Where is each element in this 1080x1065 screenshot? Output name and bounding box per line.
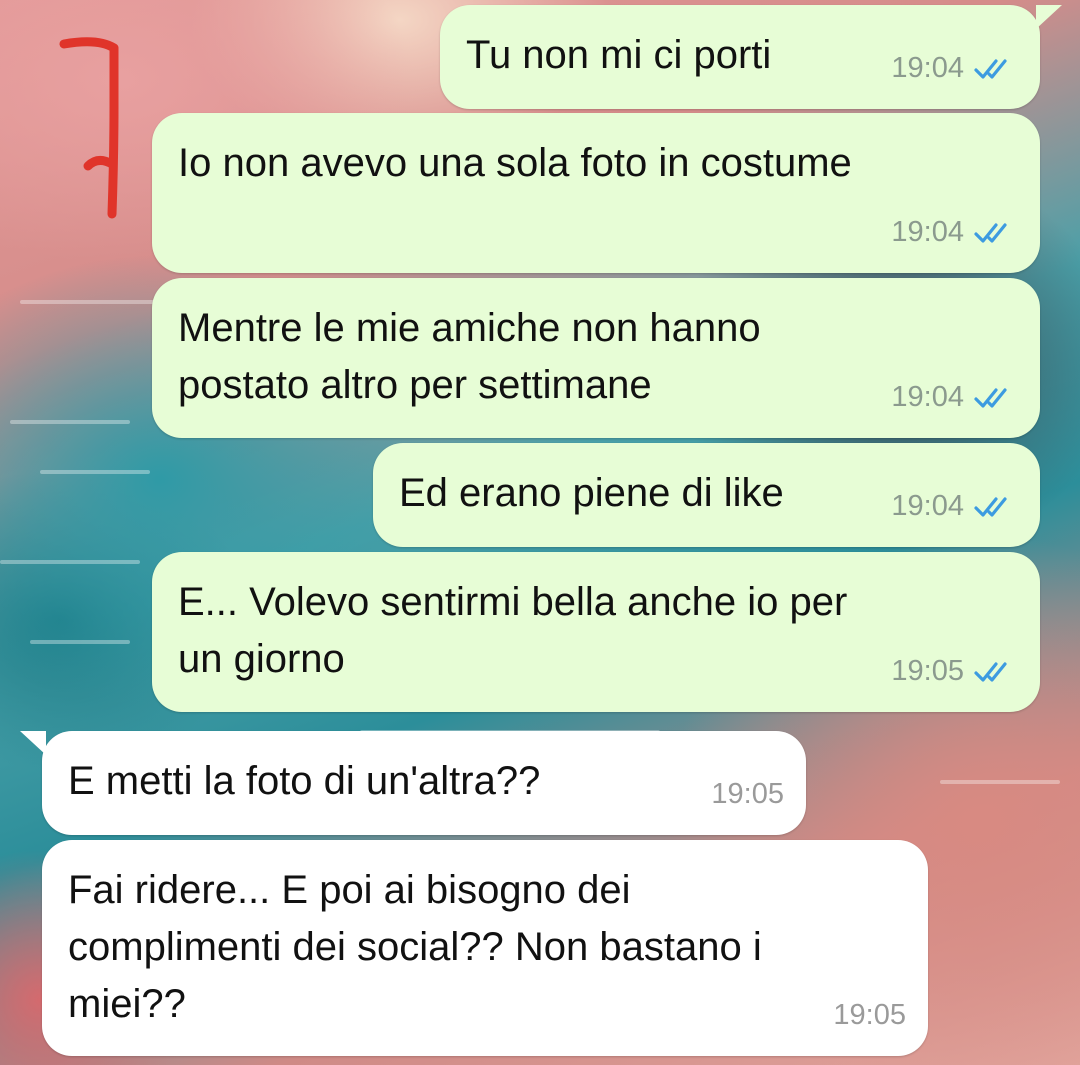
double-check-icon <box>974 222 1007 243</box>
message-time: 19:04 <box>891 52 964 84</box>
message-text: Ed erano piene di like <box>399 471 784 515</box>
message-time: 19:05 <box>833 999 906 1031</box>
incoming-message[interactable]: E metti la foto di un'altra?? 19:05 <box>20 731 806 835</box>
message-time: 19:05 <box>711 778 784 810</box>
bubble-tail-icon <box>20 731 46 755</box>
outgoing-message[interactable]: Io non avevo una sola foto in costume 19… <box>152 113 1040 273</box>
outgoing-message[interactable]: Ed erano piene di like 19:04 <box>373 443 1040 547</box>
bubble-tail-icon <box>1036 5 1062 29</box>
outgoing-message[interactable]: Tu non mi ci porti 19:04 <box>440 5 1062 109</box>
message-time: 19:05 <box>891 655 964 687</box>
double-check-icon <box>974 387 1007 408</box>
message-time: 19:04 <box>891 216 964 248</box>
double-check-icon <box>974 661 1007 682</box>
message-text: Io non avevo una sola foto in costume <box>178 141 852 185</box>
double-check-icon <box>974 496 1007 517</box>
outgoing-message[interactable]: E... Volevo sentirmi bella anche io per … <box>152 552 1040 712</box>
message-text: Fai ridere... E poi ai bisogno dei compl… <box>68 868 762 1026</box>
message-text: E... Volevo sentirmi bella anche io per … <box>178 580 848 681</box>
message-text: E metti la foto di un'altra?? <box>68 759 541 803</box>
outgoing-message[interactable]: Mentre le mie amiche non hanno postato a… <box>152 278 1040 438</box>
message-text: Tu non mi ci porti <box>466 33 772 77</box>
message-time: 19:04 <box>891 381 964 413</box>
red-bracket-marker <box>59 37 119 219</box>
double-check-icon <box>974 58 1007 79</box>
message-time: 19:04 <box>891 490 964 522</box>
message-text: Mentre le mie amiche non hanno postato a… <box>178 306 761 407</box>
incoming-message[interactable]: Fai ridere... E poi ai bisogno dei compl… <box>42 840 928 1056</box>
